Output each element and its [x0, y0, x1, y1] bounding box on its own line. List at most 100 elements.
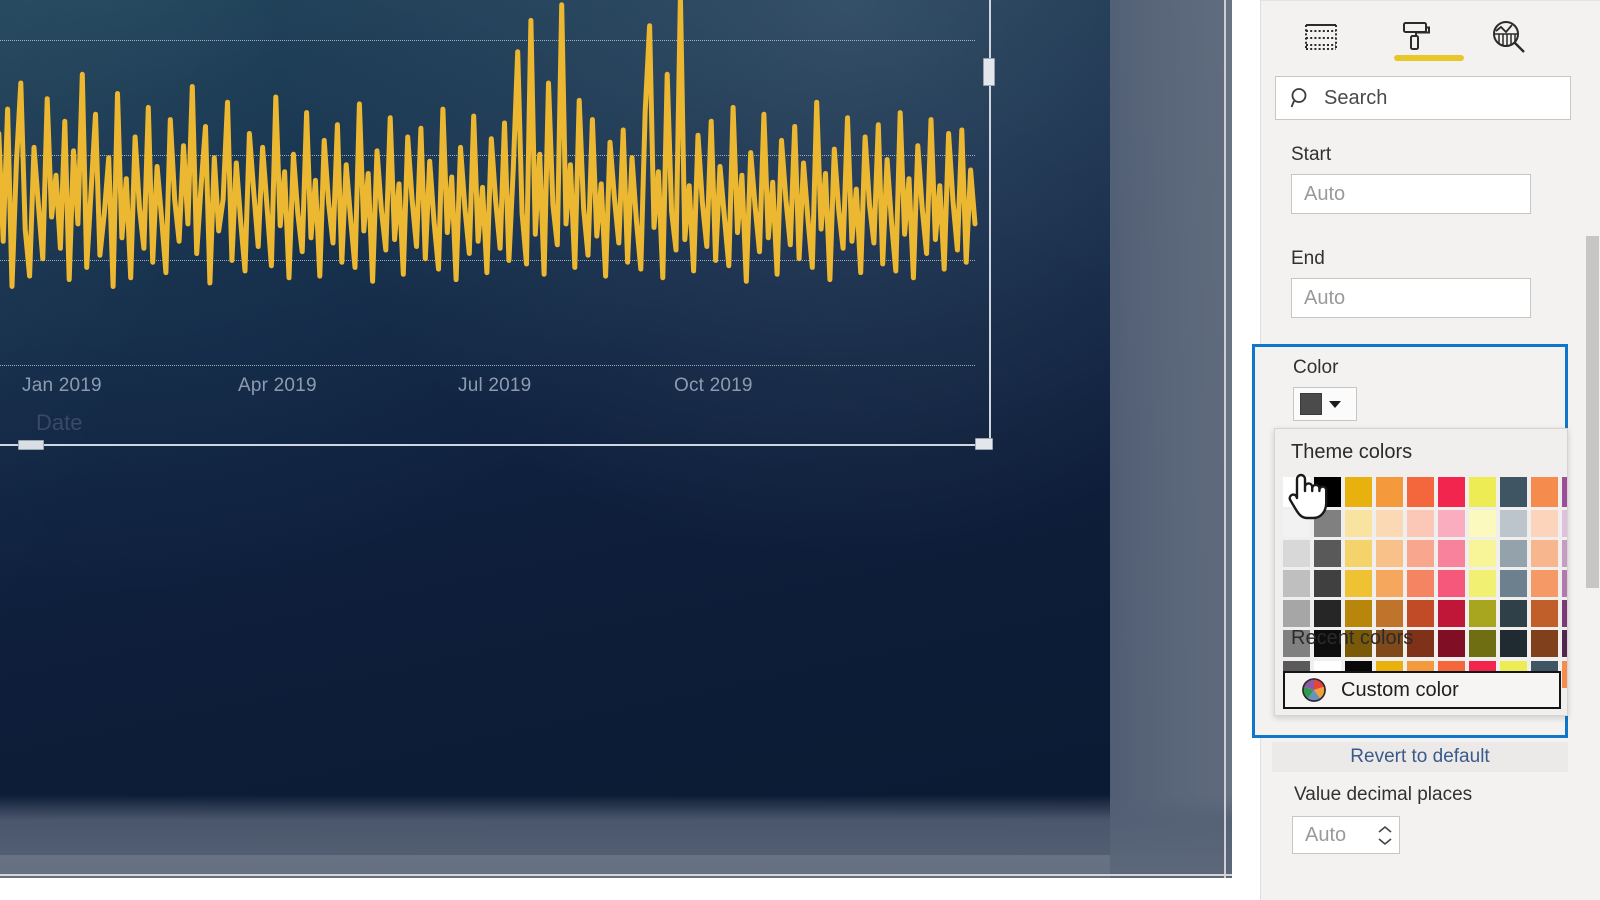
theme-color-swatch[interactable]: [1283, 600, 1310, 627]
theme-color-swatch[interactable]: [1500, 630, 1527, 657]
theme-color-swatch[interactable]: [1407, 570, 1434, 597]
theme-color-swatch[interactable]: [1531, 570, 1558, 597]
resize-handle-right[interactable]: [983, 58, 995, 86]
theme-color-swatch[interactable]: [1283, 570, 1310, 597]
theme-color-swatch[interactable]: [1438, 600, 1465, 627]
tab-format[interactable]: [1391, 11, 1464, 63]
color-picker-dropdown: Theme colors Recent colors Custom color: [1274, 428, 1568, 716]
theme-color-swatch[interactable]: [1438, 570, 1465, 597]
theme-color-swatch[interactable]: [1531, 600, 1558, 627]
color-label: Color: [1293, 357, 1339, 378]
theme-color-swatch[interactable]: [1376, 540, 1403, 567]
theme-color-swatch[interactable]: [1438, 477, 1465, 507]
theme-color-swatch[interactable]: [1376, 600, 1403, 627]
theme-color-swatch[interactable]: [1562, 570, 1567, 597]
theme-color-swatch[interactable]: [1376, 570, 1403, 597]
theme-color-swatch[interactable]: [1345, 600, 1372, 627]
theme-color-column: [1531, 477, 1558, 657]
theme-color-swatch[interactable]: [1500, 600, 1527, 627]
x-tick-label: Jul 2019: [458, 375, 532, 396]
end-input[interactable]: Auto: [1291, 278, 1531, 318]
theme-color-swatch[interactable]: [1531, 540, 1558, 567]
theme-color-swatch[interactable]: [1562, 630, 1567, 657]
value-decimal-places-value: Auto: [1305, 823, 1347, 846]
color-swatch-button[interactable]: [1293, 387, 1357, 421]
power-bi-report-screen: Jan 2019 Apr 2019 Jul 2019 Oct 2019 Date: [0, 0, 1600, 900]
theme-color-swatch[interactable]: [1314, 540, 1341, 567]
search-placeholder: Search: [1324, 86, 1388, 109]
theme-color-swatch[interactable]: [1283, 477, 1310, 507]
theme-color-swatch[interactable]: [1407, 600, 1434, 627]
recent-color-swatch[interactable]: [1562, 661, 1567, 688]
paint-roller-icon: [1403, 22, 1430, 50]
line-chart-visual[interactable]: Jan 2019 Apr 2019 Jul 2019 Oct 2019 Date: [0, 0, 1010, 450]
theme-color-column: [1562, 477, 1567, 657]
theme-color-swatch[interactable]: [1531, 477, 1558, 507]
report-canvas[interactable]: Jan 2019 Apr 2019 Jul 2019 Oct 2019 Date: [0, 0, 1232, 878]
theme-color-swatch[interactable]: [1314, 600, 1341, 627]
theme-color-swatch[interactable]: [1438, 540, 1465, 567]
canvas-edge-right: [1224, 0, 1226, 878]
chevron-down-icon: [1329, 400, 1341, 408]
theme-color-swatch[interactable]: [1345, 477, 1372, 507]
resize-handle-corner[interactable]: [975, 438, 993, 450]
theme-color-swatch[interactable]: [1562, 600, 1567, 627]
theme-color-swatch[interactable]: [1407, 540, 1434, 567]
theme-color-swatch[interactable]: [1345, 510, 1372, 537]
theme-color-swatch[interactable]: [1469, 630, 1496, 657]
resize-handle-bottom[interactable]: [18, 440, 44, 450]
theme-color-swatch[interactable]: [1500, 510, 1527, 537]
selection-border-bottom: [0, 444, 992, 446]
theme-color-swatch[interactable]: [1500, 540, 1527, 567]
theme-color-swatch[interactable]: [1438, 510, 1465, 537]
pane-top-divider: [1261, 0, 1600, 1]
theme-color-swatch[interactable]: [1345, 540, 1372, 567]
end-label: End: [1291, 248, 1325, 269]
theme-color-column: [1438, 477, 1465, 657]
canvas-edge-bottom: [0, 874, 1232, 876]
start-input[interactable]: Auto: [1291, 174, 1531, 214]
x-axis-title: Date: [36, 410, 83, 435]
theme-color-swatch[interactable]: [1376, 510, 1403, 537]
theme-color-swatch[interactable]: [1283, 540, 1310, 567]
theme-color-swatch[interactable]: [1314, 477, 1341, 507]
theme-color-swatch[interactable]: [1531, 630, 1558, 657]
x-tick-label: Oct 2019: [674, 375, 753, 396]
tab-fields[interactable]: [1297, 11, 1345, 63]
theme-color-swatch[interactable]: [1469, 477, 1496, 507]
theme-color-swatch[interactable]: [1562, 477, 1567, 507]
canvas-right-shade: [1110, 0, 1232, 878]
theme-color-swatch[interactable]: [1469, 600, 1496, 627]
tab-analytics[interactable]: [1485, 11, 1533, 63]
theme-color-swatch[interactable]: [1314, 570, 1341, 597]
theme-color-swatch[interactable]: [1438, 630, 1465, 657]
theme-color-swatch[interactable]: [1283, 510, 1310, 537]
search-icon: [1290, 88, 1307, 108]
theme-color-swatch[interactable]: [1469, 540, 1496, 567]
pane-scrollbar[interactable]: [1586, 236, 1599, 588]
theme-color-swatch[interactable]: [1314, 510, 1341, 537]
theme-color-swatch[interactable]: [1469, 510, 1496, 537]
theme-color-swatch[interactable]: [1531, 510, 1558, 537]
theme-color-swatch[interactable]: [1500, 477, 1527, 507]
custom-color-button[interactable]: Custom color: [1283, 671, 1561, 709]
theme-color-swatch[interactable]: [1500, 570, 1527, 597]
theme-color-column: [1469, 477, 1496, 657]
canvas-bottom-shade: [0, 795, 1232, 878]
theme-color-swatch[interactable]: [1376, 477, 1403, 507]
theme-color-swatch[interactable]: [1407, 477, 1434, 507]
start-value: Auto: [1304, 182, 1346, 205]
spinner-icon[interactable]: [1377, 825, 1393, 846]
color-wheel-icon: [1302, 678, 1326, 702]
current-color-chip: [1300, 393, 1322, 415]
x-tick-label: Apr 2019: [238, 375, 317, 396]
theme-color-swatch[interactable]: [1345, 570, 1372, 597]
theme-color-swatch[interactable]: [1407, 510, 1434, 537]
value-decimal-places-input[interactable]: Auto: [1292, 816, 1400, 854]
theme-color-column: [1500, 477, 1527, 657]
search-input[interactable]: Search: [1275, 76, 1571, 120]
revert-to-default-button[interactable]: Revert to default: [1272, 742, 1568, 772]
theme-color-swatch[interactable]: [1562, 510, 1567, 537]
theme-color-swatch[interactable]: [1562, 540, 1567, 567]
theme-color-swatch[interactable]: [1469, 570, 1496, 597]
